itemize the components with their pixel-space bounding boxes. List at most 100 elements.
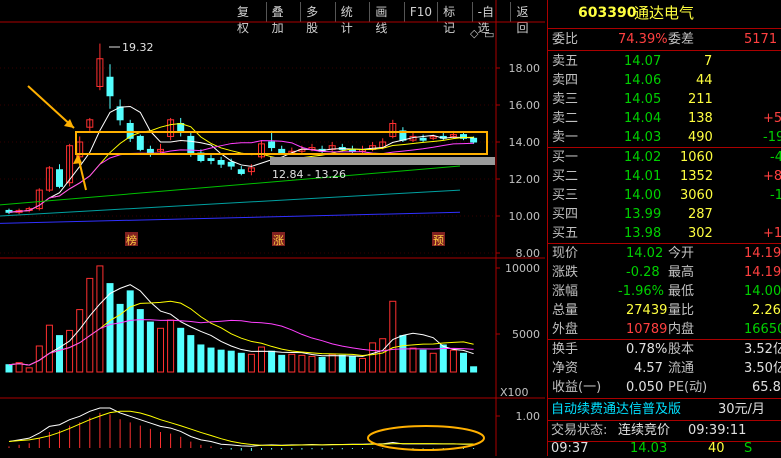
stat-label: 最低 bbox=[668, 284, 695, 299]
sell-level-label: 卖一 bbox=[552, 130, 579, 145]
volume-bar bbox=[5, 364, 13, 373]
fin-value: 0.050 bbox=[626, 380, 664, 395]
ma60-line bbox=[0, 165, 461, 206]
annotation-arrow bbox=[27, 85, 75, 129]
promo-row[interactable]: 自动续费通达信普及版 30元/月 bbox=[548, 400, 781, 419]
sell-level-label: 卖三 bbox=[552, 92, 579, 107]
buy-volume: 302 bbox=[688, 226, 713, 241]
fin-row: 净资 4.57 流通 3.50亿 bbox=[548, 359, 781, 378]
sell-level-label: 卖二 bbox=[552, 111, 579, 126]
stat-value: 27439 bbox=[626, 303, 668, 318]
fin-label: 净资 bbox=[552, 361, 579, 376]
sell-row: 卖三 14.05 211 bbox=[548, 90, 781, 109]
buy-volume: 1060 bbox=[680, 150, 714, 165]
buy-price: 13.99 bbox=[624, 207, 662, 222]
candle-body bbox=[146, 148, 154, 154]
price-tick-label: 18.00 bbox=[509, 62, 541, 75]
volume-bar bbox=[449, 349, 457, 373]
volume-bar bbox=[379, 338, 387, 373]
marker-label: 预 bbox=[433, 234, 444, 247]
buy-price: 14.00 bbox=[624, 188, 662, 203]
fin-label: 收益(一) bbox=[552, 380, 602, 395]
price-tick-label: 14.00 bbox=[509, 136, 541, 149]
volume-bar bbox=[369, 342, 377, 373]
trade-state-row: 交易状态: 连续竞价 09:39:11 bbox=[548, 421, 781, 440]
buy-row: 买一 14.02 1060 -4 bbox=[548, 148, 781, 167]
candle-body bbox=[278, 148, 286, 154]
kline-chart[interactable]: 18.00 16.00 14.00 12.00 10.00 8.00 10000 5000 X1… bbox=[0, 0, 545, 456]
volume-bar bbox=[96, 265, 104, 373]
volume-bar bbox=[338, 354, 346, 373]
ma20-line bbox=[8, 140, 474, 213]
macd-highlight-ellipse bbox=[367, 425, 485, 451]
volume-bar bbox=[136, 309, 144, 373]
marker-label: 涨 bbox=[273, 234, 284, 247]
sell-price: 14.05 bbox=[624, 92, 662, 107]
buy-level-label: 买三 bbox=[552, 188, 579, 203]
volume-bar bbox=[25, 367, 33, 373]
buy-volume: 3060 bbox=[680, 188, 714, 203]
weicha-value: 5171 bbox=[744, 32, 778, 47]
buy-level-label: 买一 bbox=[552, 150, 579, 165]
buy-volume: 287 bbox=[688, 207, 713, 222]
stat-value: 10789 bbox=[626, 322, 668, 337]
buy-row: 买三 14.00 3060 -1 bbox=[548, 186, 781, 205]
volume-bar bbox=[146, 321, 154, 373]
tick-volume: 40 bbox=[708, 441, 725, 456]
volume-bar bbox=[460, 352, 467, 373]
stat-label: 量比 bbox=[668, 303, 695, 318]
stat-value: -1.96% bbox=[618, 284, 664, 299]
buy-row: 买二 14.01 1352 +85 bbox=[548, 167, 781, 186]
sell-price: 14.03 bbox=[624, 130, 662, 145]
volume-bar bbox=[399, 335, 407, 373]
trade-time: 09:39:11 bbox=[688, 423, 747, 438]
sell-volume: 490 bbox=[688, 130, 713, 145]
sell-row: 卖一 14.03 490 -19 bbox=[548, 128, 781, 147]
volume-bar bbox=[348, 355, 356, 373]
range-band bbox=[270, 157, 495, 165]
stat-row: 现价 14.02 今开 14.19 bbox=[548, 244, 781, 263]
sell-change: -19 bbox=[763, 130, 781, 145]
tick-time: 09:37 bbox=[551, 441, 589, 456]
weibi-label: 委比 bbox=[552, 32, 579, 47]
buy-change: -1 bbox=[770, 188, 781, 203]
candle-body bbox=[106, 76, 114, 97]
promo-price[interactable]: 30元/月 bbox=[718, 400, 765, 419]
stat-label: 涨跌 bbox=[552, 265, 579, 280]
fin-label: 换手 bbox=[552, 342, 579, 357]
promo-text[interactable]: 自动续费通达信普及版 bbox=[551, 400, 681, 419]
volume-bar bbox=[197, 344, 205, 373]
stat-value: 16650 bbox=[744, 322, 781, 337]
fin-value: 4.57 bbox=[634, 361, 663, 376]
volume-bar bbox=[157, 327, 164, 373]
fin-label: 流通 bbox=[668, 361, 695, 376]
buy-change: +85 bbox=[763, 169, 781, 184]
stat-row: 总量 27439 量比 2.26 bbox=[548, 301, 781, 320]
candle-body bbox=[419, 137, 427, 141]
stat-label: 总量 bbox=[552, 303, 579, 318]
sell-price: 14.07 bbox=[624, 54, 662, 69]
sell-volume: 138 bbox=[688, 111, 713, 126]
volume-bar bbox=[187, 335, 195, 373]
sell-row: 卖二 14.04 138 +55 bbox=[548, 109, 781, 128]
candle-body bbox=[227, 161, 235, 167]
volume-bar bbox=[86, 277, 94, 373]
stat-label: 现价 bbox=[552, 246, 579, 261]
volume-bar bbox=[389, 300, 397, 373]
stat-value: 14.00 bbox=[744, 284, 781, 299]
buy-change: +16 bbox=[763, 226, 781, 241]
price-tick-label: 10.00 bbox=[509, 210, 541, 223]
candle-body bbox=[56, 169, 63, 187]
stat-value: 2.26 bbox=[752, 303, 781, 318]
fin-row: 换手 0.78% 股本 3.52亿 bbox=[548, 340, 781, 359]
volume-bar bbox=[470, 366, 478, 373]
volume-bar bbox=[227, 350, 235, 373]
stat-value: 14.19 bbox=[744, 265, 781, 280]
kline-chart-area[interactable]: 复权 叠加 多股 统计 画线 F10 标记 -自选 返回 18.00 16.00 14.00 12.0… bbox=[0, 0, 545, 456]
weicha-label: 委差 bbox=[668, 32, 695, 47]
fin-row: 收益(一) 0.050 PE(动) 65.8 bbox=[548, 378, 781, 397]
volume-bar bbox=[217, 349, 225, 373]
buy-price: 14.02 bbox=[624, 150, 662, 165]
buy-level-label: 买五 bbox=[552, 226, 579, 241]
volume-bar bbox=[66, 329, 74, 373]
